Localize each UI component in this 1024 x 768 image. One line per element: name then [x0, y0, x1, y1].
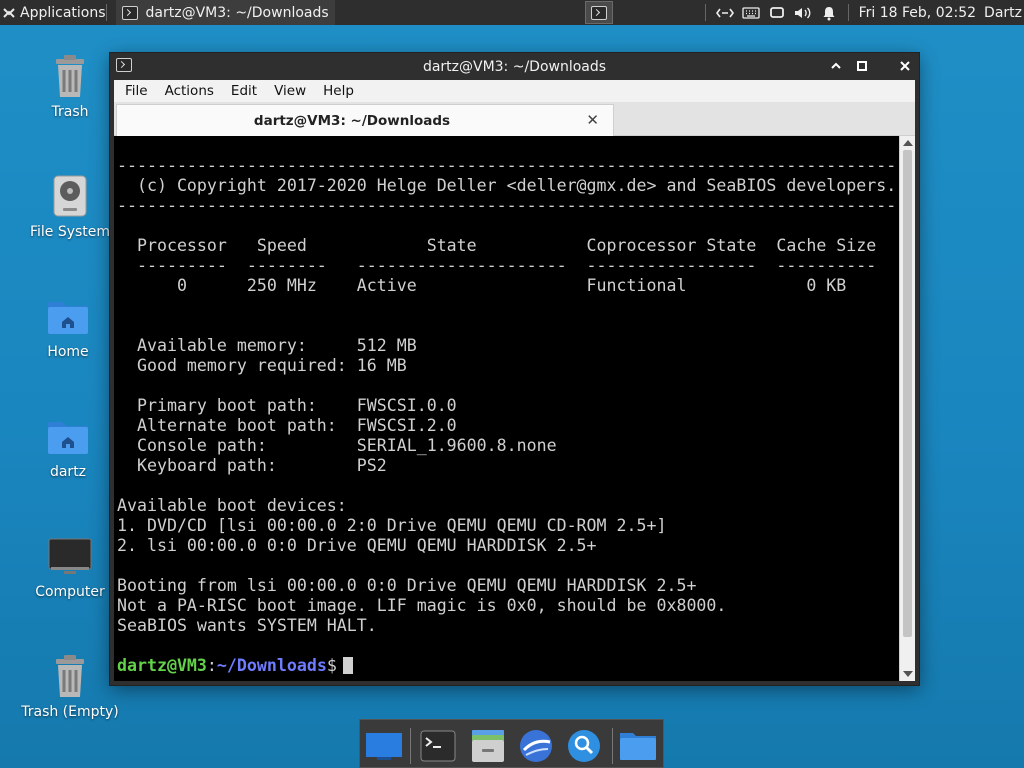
close-button[interactable] [895, 56, 915, 76]
applications-menu-button[interactable]: Applications [0, 0, 110, 25]
prompt-path: ~/Downloads [216, 656, 327, 675]
desktop-icon-trash[interactable]: Trash [15, 52, 125, 120]
maximize-button[interactable] [852, 56, 872, 76]
dock-files-folder[interactable] [618, 726, 658, 766]
user-menu[interactable]: Dartz [984, 5, 1022, 21]
desktop-icon-file-system[interactable]: File System [15, 172, 125, 240]
home-folder-icon [44, 292, 92, 340]
window-titlebar[interactable]: dartz@VM3: ~/Downloads [110, 53, 919, 80]
taskbar-task-label: dartz@VM3: ~/Downloads [145, 4, 329, 21]
applications-label: Applications [20, 4, 106, 21]
dock-show-desktop[interactable] [364, 726, 404, 766]
display-icon[interactable] [766, 0, 788, 25]
text-cursor [342, 657, 353, 674]
menu-actions[interactable]: Actions [154, 83, 220, 99]
prompt-user-host: dartz@VM3 [117, 656, 207, 675]
notifications-bell-icon[interactable] [818, 0, 840, 25]
xfce-logo-icon [3, 7, 15, 18]
search-icon [568, 730, 600, 762]
tab-title: dartz@VM3: ~/Downloads [253, 113, 451, 129]
tab-downloads[interactable]: dartz@VM3: ~/Downloads ✕ [116, 104, 614, 136]
system-tray: Fri 18 Feb, 02:52 Dartz [704, 0, 1024, 25]
menu-help[interactable]: Help [312, 83, 360, 99]
dock [359, 719, 664, 768]
maximize-icon [857, 61, 867, 71]
top-panel: Applications dartz@VM3: ~/Downloads Fri … [0, 0, 1024, 25]
hard-drive-icon [46, 172, 94, 220]
window-title: dartz@VM3: ~/Downloads [422, 59, 607, 75]
taskbar-terminal-button[interactable]: dartz@VM3: ~/Downloads [115, 0, 335, 25]
desktop-icon-label: dartz [49, 464, 87, 480]
tab-close-icon[interactable]: ✕ [586, 111, 599, 129]
minimize-button[interactable] [826, 56, 846, 76]
terminal-output: ----------------------------------------… [117, 156, 897, 635]
show-desktop-icon [366, 733, 402, 760]
desktop-icon-label: Computer [35, 584, 105, 600]
web-browser-icon [520, 730, 552, 762]
terminal-icon [121, 5, 138, 20]
dock-terminal[interactable] [418, 726, 458, 766]
volume-icon[interactable] [792, 0, 814, 25]
terminal-window: dartz@VM3: ~/Downloads File Actions Edit… [110, 53, 919, 685]
tab-bar: dartz@VM3: ~/Downloads ✕ [114, 102, 915, 136]
scroll-down-arrow-icon[interactable] [903, 671, 913, 677]
network-icon[interactable] [714, 0, 736, 25]
folder-icon [620, 733, 656, 760]
desktop-icon-label: Trash [51, 104, 89, 120]
desktop-icon-computer[interactable]: Computer [15, 532, 125, 600]
prompt-dollar: $ [326, 656, 337, 675]
desktop-icon-trash-empty[interactable]: Trash (Empty) [15, 652, 125, 720]
shell-prompt: dartz@VM3:~/Downloads$ [117, 656, 353, 676]
clock[interactable]: Fri 18 Feb, 02:52 [859, 5, 976, 21]
terminal-launcher-button[interactable] [585, 1, 613, 24]
menu-view[interactable]: View [263, 83, 312, 99]
dock-app-finder[interactable] [564, 726, 604, 766]
desktop-icon-dartz[interactable]: dartz [13, 412, 123, 480]
chevron-up-icon [831, 62, 841, 69]
dock-file-manager[interactable] [468, 726, 508, 766]
terminal-icon [591, 5, 607, 20]
home-folder-icon [44, 412, 92, 460]
desktop-icon-home[interactable]: Home [13, 292, 123, 360]
desktop-icon-label: Trash (Empty) [21, 704, 119, 720]
prompt-colon: : [206, 656, 217, 675]
trash-icon [46, 652, 94, 700]
desktop-icon-label: File System [29, 224, 111, 240]
menu-file[interactable]: File [114, 83, 154, 99]
close-icon [900, 61, 910, 71]
desktop-icon-label: Home [47, 344, 89, 360]
scroll-thumb[interactable] [903, 150, 912, 637]
menu-edit[interactable]: Edit [220, 83, 263, 99]
terminal-scrollbar[interactable] [899, 136, 915, 681]
terminal-area[interactable]: ----------------------------------------… [114, 136, 899, 681]
scroll-up-arrow-icon[interactable] [903, 140, 913, 146]
keyboard-icon[interactable] [740, 0, 762, 25]
trash-icon [46, 52, 94, 100]
dock-web-browser[interactable] [516, 726, 556, 766]
file-cabinet-icon [472, 730, 504, 762]
terminal-icon [420, 730, 456, 762]
menu-bar: File Actions Edit View Help [114, 80, 915, 102]
computer-monitor-icon [46, 532, 94, 580]
